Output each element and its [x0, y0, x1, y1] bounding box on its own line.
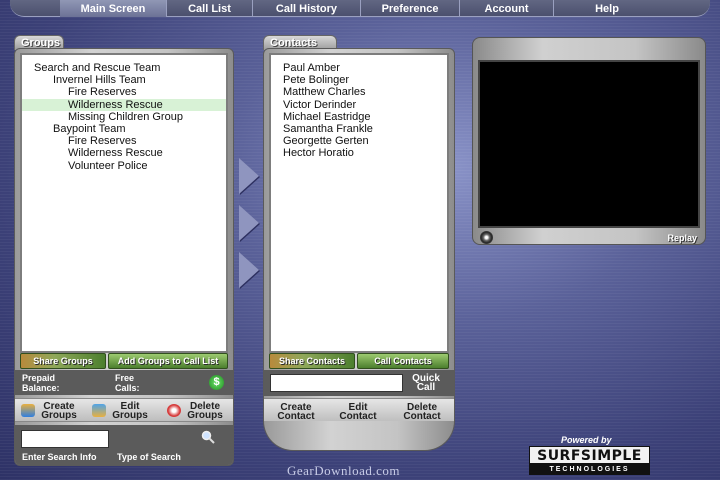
- arrow-right-icon: [239, 158, 259, 194]
- add-groups-to-call-list-button[interactable]: Add Groups to Call List: [108, 353, 228, 369]
- search-strip: Enter Search Info Type of Search: [15, 425, 233, 465]
- tab-account[interactable]: Account: [460, 0, 554, 17]
- enter-search-info-label: Enter Search Info: [22, 452, 97, 462]
- edit-contact-button[interactable]: Edit Contact: [330, 403, 386, 422]
- search-input[interactable]: [21, 430, 109, 448]
- watermark: GearDownload.com: [287, 463, 401, 478]
- delete-contact-button[interactable]: Delete Contact: [394, 403, 450, 422]
- tree-item-group[interactable]: Fire Reserves: [22, 135, 226, 147]
- arrow-right-icon: [239, 205, 259, 241]
- search-icon[interactable]: [201, 430, 215, 444]
- tree-item-group[interactable]: Volunteer Police: [22, 160, 226, 172]
- delete-group-icon: [167, 404, 181, 417]
- tree-item-group[interactable]: Fire Reserves: [22, 86, 226, 98]
- video-viewer: Replay: [472, 37, 706, 245]
- tree-item-group[interactable]: Baypoint Team: [22, 123, 226, 135]
- call-contacts-button[interactable]: Call Contacts: [357, 353, 449, 369]
- brand-logo: Powered by SURFSIMPLE TECHNOLOGIES: [529, 435, 650, 475]
- tab-main-screen[interactable]: Main Screen: [60, 0, 167, 17]
- type-of-search-label: Type of Search: [117, 452, 181, 462]
- quick-call-button[interactable]: Quick Call: [407, 374, 445, 393]
- top-nav-bar: Main Screen Call List Call History Prefe…: [0, 0, 720, 17]
- contact-item[interactable]: Hector Horatio: [283, 147, 447, 159]
- tree-item-group-selected[interactable]: Wilderness Rescue: [22, 98, 226, 111]
- prepaid-label: Prepaid Balance:: [22, 373, 60, 393]
- free-calls-label: Free Calls:: [115, 373, 140, 393]
- create-group-icon: [21, 404, 35, 417]
- contact-item[interactable]: Samantha Frankle: [283, 123, 447, 135]
- contact-item[interactable]: Victor Derinder: [283, 99, 447, 111]
- share-contacts-button[interactable]: Share Contacts: [269, 353, 355, 369]
- tab-call-list[interactable]: Call List: [167, 0, 253, 17]
- group-actions: Create Groups Edit Groups Delete Groups: [15, 398, 233, 422]
- contact-item[interactable]: Paul Amber: [283, 62, 447, 74]
- powered-by-label: Powered by: [561, 435, 612, 445]
- tree-item-group[interactable]: Wilderness Rescue: [22, 147, 226, 159]
- quick-call-strip: Quick Call: [264, 370, 454, 396]
- contact-item[interactable]: Michael Eastridge: [283, 111, 447, 123]
- share-groups-button[interactable]: Share Groups: [20, 353, 106, 369]
- groups-tree[interactable]: Search and Rescue Team Invernel Hills Te…: [20, 53, 228, 353]
- contact-item[interactable]: Pete Bolinger: [283, 74, 447, 86]
- create-contact-button[interactable]: Create Contact: [268, 403, 324, 422]
- contact-actions: Create Contact Edit Contact Delete Contact: [264, 398, 454, 422]
- tree-item-group[interactable]: Missing Children Group: [22, 111, 226, 123]
- edit-groups-button[interactable]: Edit Groups: [110, 402, 150, 421]
- replay-button[interactable]: Replay: [667, 233, 697, 243]
- contacts-panel-base: [263, 421, 455, 451]
- tab-help[interactable]: Help: [554, 0, 660, 17]
- brand-name: SURFSIMPLE: [529, 446, 650, 464]
- balance-strip: Prepaid Balance: Free Calls: $: [15, 370, 233, 395]
- contact-item[interactable]: Matthew Charles: [283, 86, 447, 98]
- tree-item-group[interactable]: Invernel Hills Team: [22, 74, 226, 86]
- edit-group-icon: [92, 404, 106, 417]
- groups-panel: Search and Rescue Team Invernel Hills Te…: [14, 48, 234, 466]
- contact-item[interactable]: Georgette Gerten: [283, 135, 447, 147]
- tree-item-group[interactable]: Search and Rescue Team: [22, 62, 226, 74]
- quick-call-input[interactable]: [270, 374, 403, 392]
- delete-groups-button[interactable]: Delete Groups: [183, 402, 227, 421]
- tab-call-history[interactable]: Call History: [253, 0, 361, 17]
- video-screen[interactable]: [478, 60, 700, 228]
- tab-preference[interactable]: Preference: [361, 0, 460, 17]
- camera-icon[interactable]: [480, 231, 493, 244]
- arrow-right-icon: [239, 252, 259, 288]
- brand-sub: TECHNOLOGIES: [529, 464, 650, 475]
- dollar-icon[interactable]: $: [209, 375, 224, 390]
- contacts-panel: Paul Amber Pete Bolinger Matthew Charles…: [263, 48, 455, 422]
- contacts-list[interactable]: Paul Amber Pete Bolinger Matthew Charles…: [269, 53, 449, 353]
- create-groups-button[interactable]: Create Groups: [39, 402, 79, 421]
